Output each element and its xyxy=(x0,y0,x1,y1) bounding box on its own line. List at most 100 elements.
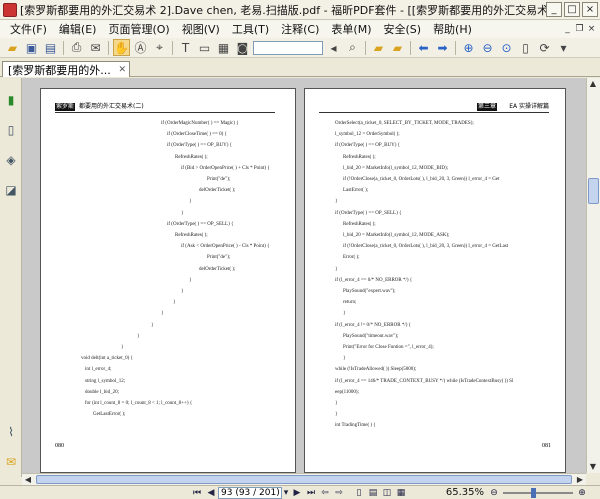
continuous-icon[interactable]: ▤ xyxy=(366,487,380,499)
menu-forms[interactable]: 表单(M) xyxy=(325,21,377,37)
menu-file[interactable]: 文件(F) xyxy=(4,21,53,37)
code-line: } xyxy=(189,199,192,205)
typewriter-icon[interactable]: T xyxy=(177,39,194,56)
snapshot-icon[interactable]: ⌖ xyxy=(151,39,168,56)
code-line: delOrderTicket( ); xyxy=(199,188,236,194)
toolbar-separator xyxy=(455,40,456,55)
image-icon[interactable]: ▦ xyxy=(215,39,232,56)
menu-view[interactable]: 视图(V) xyxy=(176,21,226,37)
bookmarks-icon[interactable]: ▮ xyxy=(3,92,19,108)
email-icon[interactable]: ✉ xyxy=(87,39,104,56)
close-tab-icon[interactable]: ✕ xyxy=(118,65,126,75)
code-line: if (Ask < OrderOpenPrice( ) - Cls * Poin… xyxy=(181,244,270,250)
fit-page-icon[interactable]: ▯ xyxy=(517,39,534,56)
zoom-select-icon[interactable]: ⊙ xyxy=(498,39,515,56)
hand-tool-icon[interactable]: ✋ xyxy=(113,39,130,56)
left-header-text: 都要用的外汇交易术(二) xyxy=(79,103,144,110)
menu-comments[interactable]: 注释(C) xyxy=(275,21,325,37)
zoom-slider-handle[interactable] xyxy=(531,487,536,498)
code-line: if (OrderType( ) == OP_BUY) { xyxy=(335,143,401,149)
print-icon[interactable]: ⎙ xyxy=(68,39,85,56)
vertical-scroll-thumb[interactable] xyxy=(588,178,599,204)
first-page-icon[interactable]: ⏮ xyxy=(190,487,204,499)
search-input[interactable] xyxy=(253,40,323,55)
minimize-button[interactable]: _ xyxy=(546,2,562,17)
chat-icon[interactable]: ✉ xyxy=(3,454,19,470)
rotate-icon[interactable]: ⟳ xyxy=(536,39,553,56)
zoom-in-status-icon[interactable]: ⊕ xyxy=(576,487,588,499)
save-icon[interactable]: ▣ xyxy=(23,39,40,56)
toolbar: ▰ ▣ ▤ ⎙ ✉ ✋ Ⓐ ⌖ T ▭ ▦ ◙ ◂ ⌕ ▰ ▰ ⬅ ➡ ⊕ ⊖ … xyxy=(0,38,600,58)
code-line: } xyxy=(161,311,164,317)
scroll-up-icon[interactable]: ▲ xyxy=(587,78,599,90)
window-title: [索罗斯都要用的外汇交易术 2].Dave chen, 老易.扫描版.pdf -… xyxy=(20,3,546,17)
zoom-out-status-icon[interactable]: ⊖ xyxy=(488,487,500,499)
code-line: } xyxy=(343,311,346,317)
back-icon[interactable]: ⇦ xyxy=(318,487,332,499)
attachments-icon[interactable]: ⌇ xyxy=(3,424,19,440)
next-page-icon[interactable]: ▶ xyxy=(290,487,304,499)
find-icon[interactable]: ⌕ xyxy=(344,39,361,56)
document-tab[interactable]: [索罗斯都要用的外... ✕ xyxy=(2,61,130,77)
code-line: Print("Error for Close Funtion =", l_err… xyxy=(343,345,434,350)
zoom-slider[interactable] xyxy=(503,487,573,498)
close-button[interactable]: × xyxy=(582,2,598,17)
zoom-out-icon[interactable]: ⊖ xyxy=(479,39,496,56)
left-page-code: if (OrderMagicNumber( ) == Magic) { if (O… xyxy=(81,121,281,441)
code-line: if (l_error_4 == 0/* NO_ERROR */) { xyxy=(335,277,413,283)
menu-help[interactable]: 帮助(H) xyxy=(427,21,478,37)
code-line: Print("de"); xyxy=(207,255,231,261)
maximize-button[interactable]: □ xyxy=(564,2,580,17)
doc-restore-button[interactable]: ❐ xyxy=(574,24,585,35)
camera-icon[interactable]: ◙ xyxy=(234,39,251,56)
horizontal-scroll-thumb[interactable] xyxy=(36,475,572,484)
find-prev-icon[interactable]: ◂ xyxy=(325,39,342,56)
menu-bar: 文件(F) 编辑(E) 页面管理(O) 视图(V) 工具(T) 注释(C) 表单… xyxy=(0,20,600,38)
comments-icon[interactable]: ◪ xyxy=(3,182,19,198)
note-icon[interactable]: ▭ xyxy=(196,39,213,56)
code-line: if (OrderCloseTime( ) == 0) { xyxy=(167,132,227,138)
menu-edit[interactable]: 编辑(E) xyxy=(53,21,103,37)
horizontal-scrollbar[interactable]: ◀ ▶ xyxy=(22,473,586,485)
forward-arrow-icon[interactable]: ➡ xyxy=(434,39,451,56)
status-bar: ⏮ ◀ 93 (93 / 201) ▾ ▶ ⏭ ⇦ ⇨ ▯ ▤ ◫ ▦ 65.3… xyxy=(0,485,600,499)
code-line: } xyxy=(181,289,184,294)
toolbar-separator xyxy=(63,40,64,55)
forward-icon[interactable]: ⇨ xyxy=(332,487,346,499)
doc-close-button[interactable]: × xyxy=(586,24,597,35)
scroll-down-icon[interactable]: ▼ xyxy=(587,461,599,473)
zoom-in-icon[interactable]: ⊕ xyxy=(460,39,477,56)
document-viewer[interactable]: 索罗斯 都要用的外汇交易术(二) if (OrderMagicNumber( )… xyxy=(22,78,586,473)
code-line: RefreshRates( ); xyxy=(343,154,376,160)
back-arrow-icon[interactable]: ⬅ xyxy=(415,39,432,56)
continuous-facing-icon[interactable]: ▦ xyxy=(394,487,408,499)
folder-next-icon[interactable]: ▰ xyxy=(389,39,406,56)
pages-icon[interactable]: ▯ xyxy=(3,122,19,138)
code-line: Print("de"); xyxy=(207,177,231,182)
prev-page-icon[interactable]: ◀ xyxy=(204,487,218,499)
page-dropdown-icon[interactable]: ▾ xyxy=(282,487,290,499)
dropdown-icon[interactable]: ▾ xyxy=(555,39,572,56)
folder-prev-icon[interactable]: ▰ xyxy=(370,39,387,56)
right-header-tag: 第三章 xyxy=(476,103,497,111)
document-window-controls: _ ❐ × xyxy=(562,24,600,35)
save-all-icon[interactable]: ▤ xyxy=(42,39,59,56)
code-line: if (OrderType( ) == OP_SELL) { xyxy=(167,221,234,227)
layers-icon[interactable]: ◈ xyxy=(3,152,19,168)
toolbar-separator xyxy=(410,40,411,55)
code-line: } xyxy=(343,356,346,362)
facing-icon[interactable]: ◫ xyxy=(380,487,394,499)
menu-security[interactable]: 安全(S) xyxy=(377,21,427,37)
page-number-input[interactable]: 93 (93 / 201) xyxy=(218,486,282,499)
last-page-icon[interactable]: ⏭ xyxy=(304,487,318,499)
code-line: } xyxy=(335,401,338,406)
select-text-icon[interactable]: Ⓐ xyxy=(132,39,149,56)
open-icon[interactable]: ▰ xyxy=(4,39,21,56)
doc-minimize-button[interactable]: _ xyxy=(562,24,573,35)
single-page-icon[interactable]: ▯ xyxy=(352,487,366,499)
menu-page-management[interactable]: 页面管理(O) xyxy=(102,21,175,37)
code-line: } xyxy=(137,333,140,339)
code-line: if (OrderMagicNumber( ) == Magic) { xyxy=(161,121,239,126)
menu-tools[interactable]: 工具(T) xyxy=(226,21,275,37)
vertical-scrollbar[interactable]: ▲ ▼ xyxy=(586,78,600,473)
